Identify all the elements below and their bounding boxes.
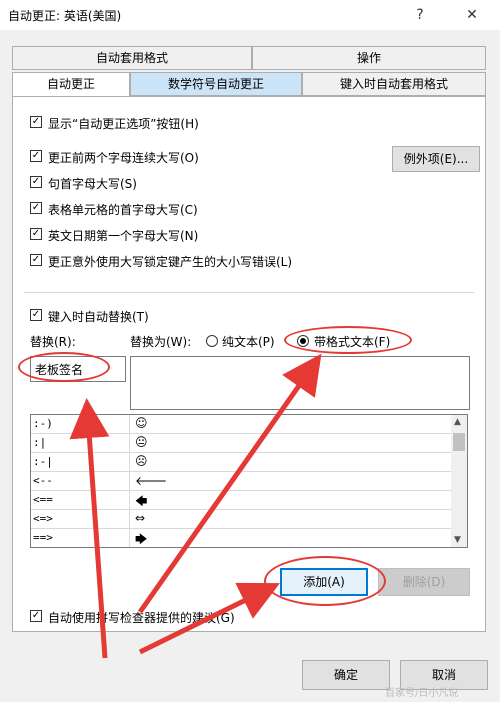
annotation-arrows [69, 353, 322, 659]
arrow-to-add [138, 582, 280, 655]
watermark: 百家号/日小凡说 [385, 688, 459, 699]
arrow-to-formatted [137, 353, 322, 614]
arrow-to-replace [69, 398, 110, 659]
